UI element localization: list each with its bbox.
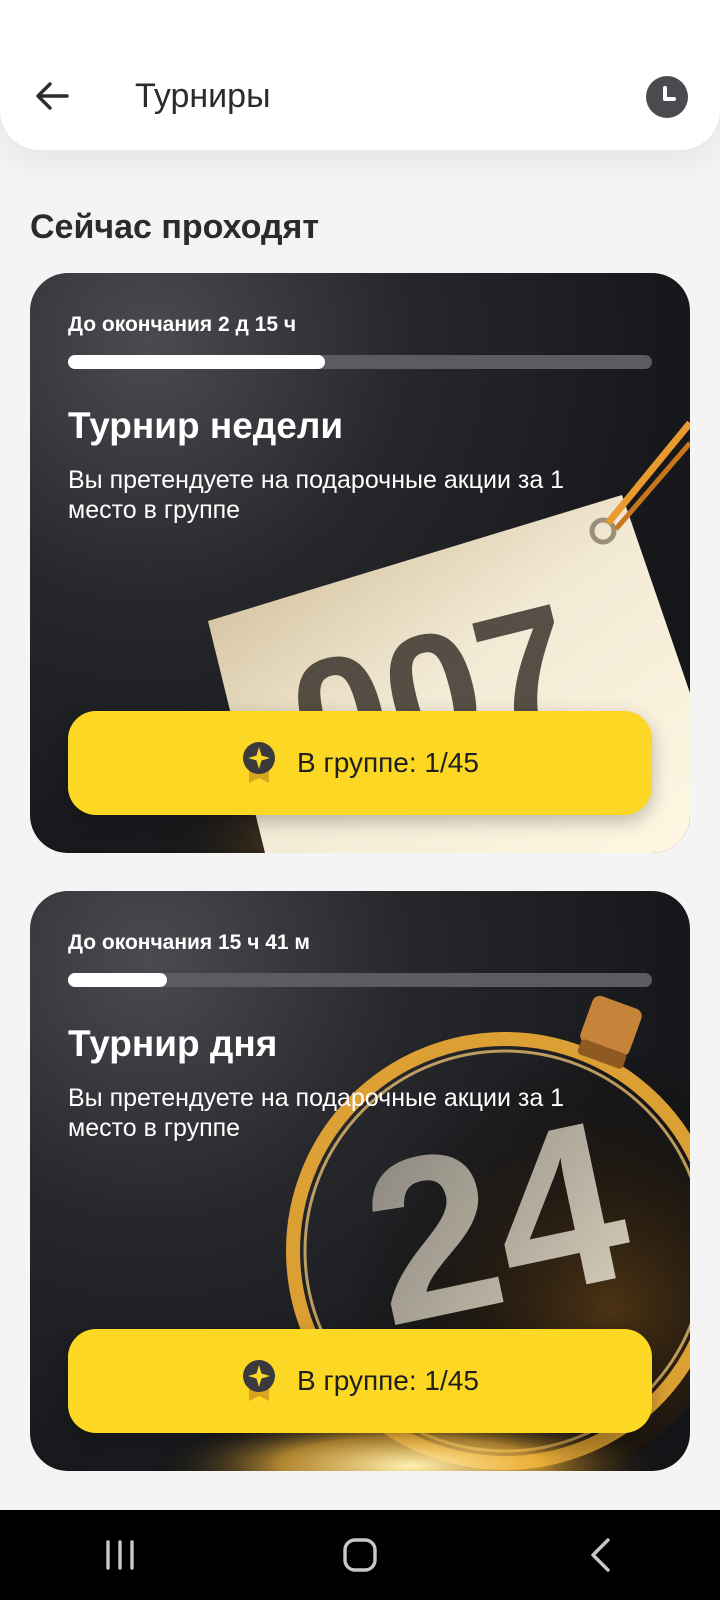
time-progress-fill [68, 973, 168, 987]
back-button[interactable] [28, 72, 76, 120]
tournament-title: Турнир недели [68, 405, 344, 446]
back-icon [591, 1538, 610, 1572]
group-rank-button[interactable]: В группе: 1/45 [68, 711, 652, 815]
tournament-card-week[interactable]: 007 До окончания 2 д 15 ч Турнир недели … [30, 273, 690, 853]
system-nav-bar [0, 1510, 720, 1600]
clock-icon [663, 86, 676, 101]
home-icon [343, 1538, 377, 1572]
recent-apps-icon [106, 1540, 134, 1570]
time-progress-fill [68, 355, 325, 369]
group-rank-label: В группе: 1/45 [297, 1365, 479, 1396]
tournament-card-day[interactable]: 24 До окончания 15 ч 41 м Турнир дня Вы … [30, 891, 690, 1471]
tournament-description: Вы претендуете на подарочные акции за 1 … [68, 1084, 565, 1142]
tournament-description: Вы претендуете на подарочные акции за 1 … [68, 466, 565, 524]
section-title: Сейчас проходят [30, 208, 320, 246]
group-rank-button[interactable]: В группе: 1/45 [68, 1329, 652, 1433]
app-header: Турниры [0, 0, 720, 150]
system-back-button[interactable] [570, 1525, 630, 1585]
arrow-left-icon [36, 82, 69, 110]
medal-icon [243, 1360, 276, 1401]
page-title: Турниры [135, 77, 271, 115]
group-rank-label: В группе: 1/45 [297, 747, 479, 778]
medal-icon [243, 742, 276, 783]
home-button[interactable] [330, 1525, 390, 1585]
tournaments-screen: Турниры Сейчас проходят 007 До окончания… [0, 0, 720, 1600]
countdown-text: До окончания 15 ч 41 м [68, 931, 310, 954]
countdown-text: До окончания 2 д 15 ч [68, 313, 297, 336]
time-progress-bar [68, 973, 652, 987]
history-button[interactable] [646, 76, 688, 118]
recent-apps-button[interactable] [90, 1525, 150, 1585]
tournament-title: Турнир дня [68, 1023, 278, 1064]
time-progress-bar [68, 355, 652, 369]
